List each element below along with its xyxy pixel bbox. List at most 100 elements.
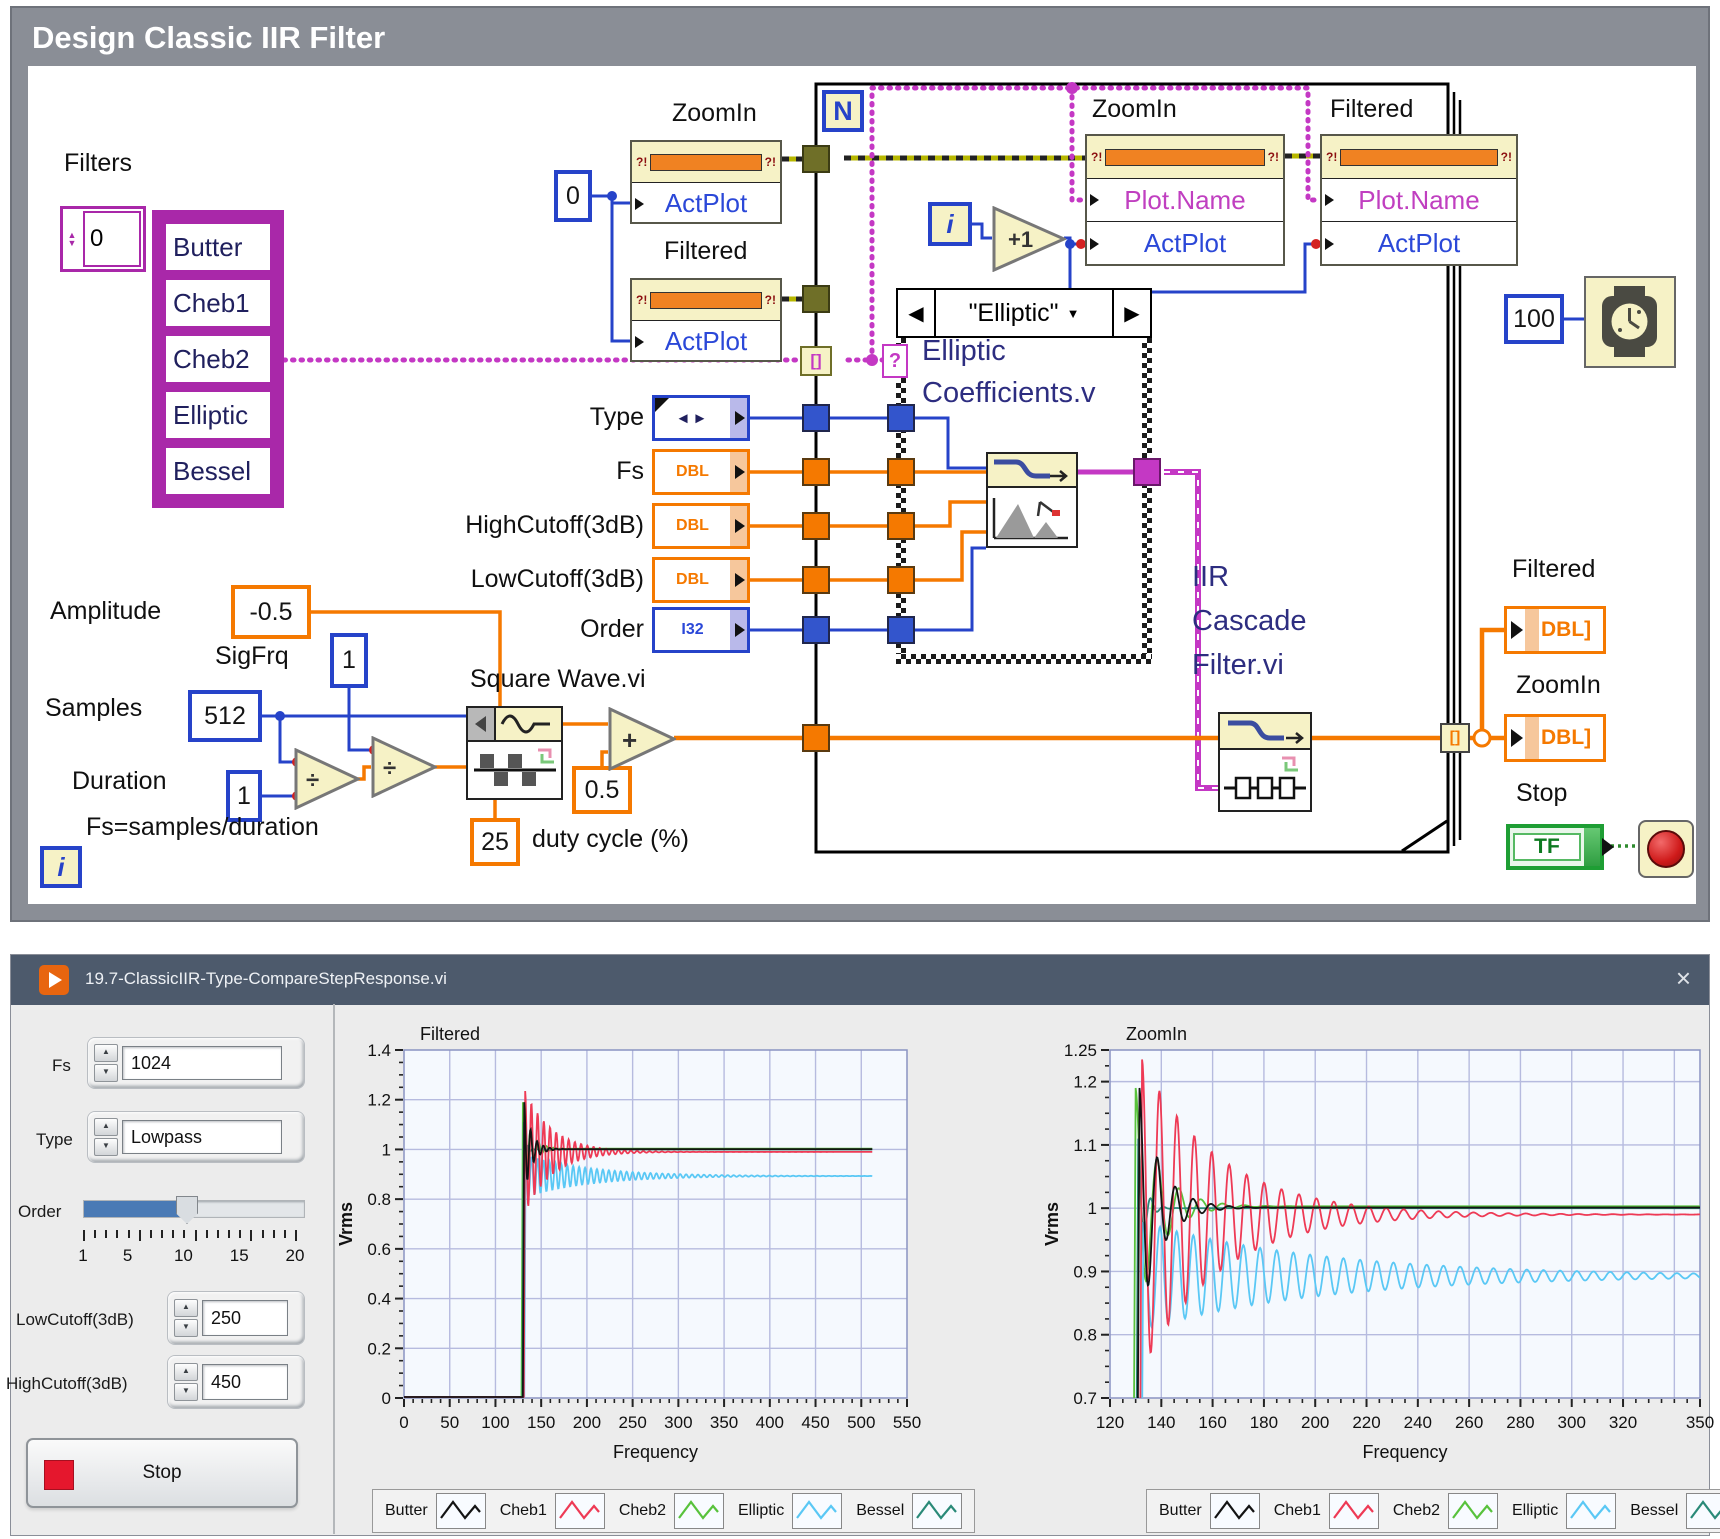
case-dropdown-icon[interactable]: ▼ — [1067, 306, 1080, 321]
stop-boolean-terminal[interactable]: TF — [1506, 824, 1604, 870]
case-prev-icon[interactable]: ◀ — [898, 290, 936, 336]
highcutoff-control[interactable]: ▲▼ 450 — [168, 1356, 304, 1408]
highcutoff-spinner[interactable]: ▲▼ — [174, 1363, 198, 1401]
plotname-property[interactable]: Plot.Name — [1322, 185, 1516, 216]
pane-divider[interactable] — [333, 1004, 335, 1534]
for-loop-count-terminal[interactable]: N — [822, 90, 864, 132]
case-selector-terminal[interactable]: ? — [882, 344, 908, 378]
elliptic-coefficients-vi-icon[interactable] — [986, 452, 1078, 488]
actplot-property[interactable]: ActPlot — [1087, 228, 1283, 259]
divide-function-icon[interactable]: ÷ — [371, 736, 437, 798]
square-wave-vi-icon-body[interactable] — [466, 742, 563, 800]
svg-text:0: 0 — [399, 1413, 408, 1432]
input-arrow-icon — [1511, 621, 1523, 639]
filter-names-constant[interactable]: Butter Cheb1 Cheb2 Elliptic Bessel — [152, 210, 284, 508]
highcutoff-value[interactable]: 450 — [202, 1364, 288, 1400]
legend-line-swatch-icon — [912, 1493, 962, 1529]
type-value[interactable]: Lowpass — [122, 1120, 282, 1154]
subvi-label-line1: Elliptic — [922, 336, 1006, 368]
filter-item: Cheb1 — [164, 278, 272, 328]
fs-control[interactable]: ▲▼ 1024 — [88, 1038, 304, 1088]
stop-button[interactable]: Stop — [26, 1438, 298, 1508]
lowcutoff-spinner[interactable]: ▲▼ — [174, 1299, 198, 1337]
filtered-array-indicator[interactable]: DBL] — [1504, 606, 1606, 654]
highcutoff-terminal[interactable]: DBL — [652, 503, 750, 549]
close-icon[interactable]: × — [1676, 963, 1691, 994]
legend-item-cheb1[interactable]: Cheb1 — [500, 1493, 605, 1529]
zoomin-plotname-node[interactable]: ?!?! Plot.Name ActPlot — [1085, 134, 1285, 266]
legend-item-cheb2[interactable]: Cheb2 — [619, 1493, 724, 1529]
legend-item-elliptic[interactable]: Elliptic — [738, 1493, 842, 1529]
fs-value[interactable]: 1024 — [122, 1046, 282, 1080]
fs-terminal[interactable]: DBL — [652, 449, 750, 495]
case-selector-value[interactable]: "Elliptic" ▼ — [936, 290, 1112, 336]
legend-item-bessel[interactable]: Bessel — [856, 1493, 962, 1529]
filtered-chart[interactable]: 1.41.210.80.60.40.2005010015020025030035… — [336, 1016, 1040, 1488]
svg-text:1: 1 — [1088, 1199, 1097, 1218]
wait-metronome-icon[interactable] — [1584, 276, 1676, 368]
stop-button-icon[interactable] — [1638, 820, 1694, 878]
legend-item-butter[interactable]: Butter — [385, 1493, 486, 1529]
zoomin-chart[interactable]: 1.251.21.110.90.80.712014016018020022024… — [990, 1016, 1716, 1488]
iir-cascade-filter-vi-icon-body[interactable] — [1218, 750, 1312, 812]
zoomin-array-indicator[interactable]: DBL] — [1504, 714, 1606, 762]
svg-text:260: 260 — [1455, 1413, 1483, 1432]
add-function-icon[interactable]: + — [608, 707, 676, 771]
actplot-property[interactable]: ActPlot — [632, 326, 780, 357]
filtered-plotname-node[interactable]: ?!?! Plot.Name ActPlot — [1320, 134, 1518, 266]
order-terminal[interactable]: I32 — [652, 607, 750, 653]
filters-enum-constant[interactable]: ▲▼ 0 — [60, 206, 146, 272]
actplot-property[interactable]: ActPlot — [632, 188, 780, 219]
enum-spinner-icon[interactable]: ▲▼ — [63, 209, 81, 269]
actplot-property[interactable]: ActPlot — [1322, 228, 1516, 259]
while-loop-iteration-terminal[interactable]: i — [40, 846, 82, 888]
amplitude-constant[interactable]: -0.5 — [231, 585, 311, 639]
legend-item-cheb2[interactable]: Cheb2 — [1393, 1493, 1498, 1529]
samples-constant[interactable]: 512 — [188, 690, 262, 742]
legend-item-butter[interactable]: Butter — [1159, 1493, 1260, 1529]
front-panel-titlebar[interactable]: 19.7-ClassicIIR-Type-CompareStepResponse… — [11, 955, 1709, 1005]
type-terminal[interactable]: ◄► — [652, 395, 750, 441]
filtered-chart-legend[interactable]: Butter Cheb1 Cheb2 Elliptic Bessel — [372, 1489, 975, 1533]
case-selector-header[interactable]: ◀ "Elliptic" ▼ ▶ — [896, 288, 1152, 338]
legend-item-bessel[interactable]: Bessel — [1630, 1493, 1720, 1529]
type-control[interactable]: ▲▼ Lowpass — [88, 1112, 304, 1162]
zero-constant[interactable]: 0 — [554, 170, 592, 222]
order-slider-ticks — [83, 1230, 297, 1240]
wait-ms-constant[interactable]: 100 — [1504, 294, 1564, 344]
svg-text:+1: +1 — [1008, 227, 1033, 252]
increment-function-icon[interactable]: +1 — [992, 206, 1066, 272]
lowcutoff-terminal[interactable]: DBL — [652, 557, 750, 603]
increment-icon: ▲ — [174, 1299, 198, 1317]
lowcutoff-value[interactable]: 250 — [202, 1300, 288, 1336]
divide-function-icon[interactable]: ÷ — [294, 748, 360, 810]
square-wave-vi-icon[interactable] — [466, 706, 563, 742]
lowcutoff-terminal-label: LowCutoff(3dB) — [330, 566, 644, 594]
duty-constant[interactable]: 25 — [470, 818, 520, 866]
type-spinner[interactable]: ▲▼ — [94, 1118, 118, 1156]
inner-iteration-terminal[interactable]: i — [928, 202, 972, 246]
zoomin-chart-legend[interactable]: Butter Cheb1 Cheb2 Elliptic Bessel — [1146, 1489, 1720, 1533]
input-arrow-icon — [1325, 238, 1334, 250]
half-constant[interactable]: 0.5 — [572, 766, 632, 814]
case-tunnel-order — [887, 616, 915, 644]
legend-item-cheb1[interactable]: Cheb1 — [1274, 1493, 1379, 1529]
iir-cascade-filter-vi-icon[interactable] — [1218, 712, 1312, 750]
legend-item-elliptic[interactable]: Elliptic — [1512, 1493, 1616, 1529]
stop-terminal-label: Stop — [1516, 780, 1567, 808]
zoomin-property-node[interactable]: ?!?! ActPlot — [630, 140, 782, 224]
sigfrq-constant[interactable]: 1 — [330, 633, 368, 688]
slider-tick — [83, 1230, 85, 1241]
filtered-property-node[interactable]: ?!?! ActPlot — [630, 278, 782, 362]
highcutoff-terminal-label: HighCutoff(3dB) — [330, 512, 644, 540]
case-next-icon[interactable]: ▶ — [1112, 290, 1150, 336]
input-arrow-icon — [1090, 194, 1099, 206]
error-tunnel — [802, 285, 830, 313]
lowcutoff-control[interactable]: ▲▼ 250 — [168, 1292, 304, 1344]
fs-spinner[interactable]: ▲▼ — [94, 1044, 118, 1082]
input-arrow-icon — [1511, 729, 1523, 747]
elliptic-coefficients-vi-icon-body[interactable] — [986, 488, 1078, 548]
case-output-tunnel — [1133, 458, 1161, 486]
array-tunnel: [] — [800, 346, 832, 376]
plotname-property[interactable]: Plot.Name — [1087, 185, 1283, 216]
